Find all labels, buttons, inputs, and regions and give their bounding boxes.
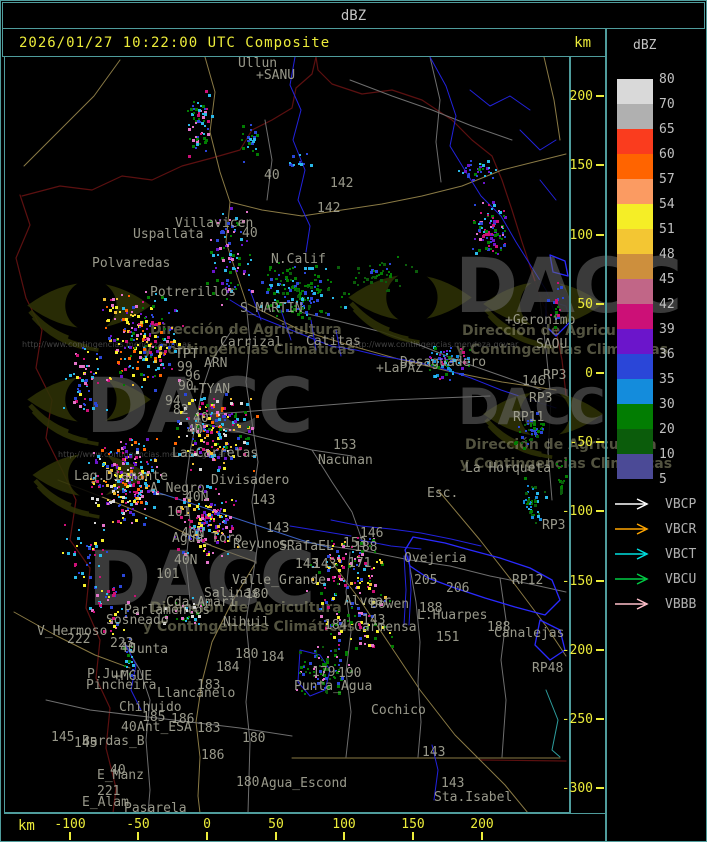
legend-item: VBBB <box>613 596 707 612</box>
outer-border-top <box>0 0 707 1</box>
colorbar-threshold-label: 48 <box>659 247 675 262</box>
y-axis-tick <box>596 649 604 651</box>
x-axis-tick <box>481 832 483 840</box>
vector-arrow-icon <box>615 498 649 510</box>
y-axis-tick <box>596 718 604 720</box>
y-axis-tick-label: -250 <box>561 712 593 727</box>
colorbar-threshold-label: 80 <box>659 72 675 87</box>
x-axis-tick-label: 0 <box>203 817 211 832</box>
map-bottom-border <box>4 813 607 814</box>
colorbar-threshold-label: 42 <box>659 297 675 312</box>
colorbar-threshold-label: 51 <box>659 222 675 237</box>
x-axis-tick-label: -100 <box>54 817 86 832</box>
timestamp-label: 2026/01/27 10:22:00 UTC Composite <box>19 34 331 51</box>
colorbar-threshold-label: 39 <box>659 322 675 337</box>
vector-arrow-icon <box>615 573 649 585</box>
colorbar-threshold-label: 35 <box>659 372 675 387</box>
colorbar-block <box>617 179 653 204</box>
y-axis-unit-label: km <box>574 34 591 51</box>
colorbar-threshold-label: 54 <box>659 197 675 212</box>
legend-item-label: VBCR <box>665 522 697 537</box>
y-axis-tick-label: -150 <box>561 574 593 589</box>
vector-arrow-icon <box>615 598 649 610</box>
colorbar-block <box>617 129 653 154</box>
y-axis-tick-label: 150 <box>569 158 593 173</box>
x-axis-tick <box>69 832 71 840</box>
y-axis-tick-label: 200 <box>569 89 593 104</box>
x-axis-tick-label: 100 <box>332 817 356 832</box>
colorbar-threshold-label: 60 <box>659 147 675 162</box>
colorbar-block <box>617 254 653 279</box>
y-axis-tick <box>596 372 604 374</box>
x-axis-tick <box>206 832 208 840</box>
colorbar-block <box>617 104 653 129</box>
y-axis-tick <box>596 580 604 582</box>
colorbar-block <box>617 354 653 379</box>
legend-item: VBCP <box>613 496 707 512</box>
colorbar-threshold-label: 36 <box>659 347 675 362</box>
legend-item: VBCT <box>613 546 707 562</box>
legend-item: VBCU <box>613 571 707 587</box>
title-bar: dBZ <box>2 2 705 29</box>
radar-composite-screen: dBZ 2026/01/27 10:22:00 UTC Composite km <box>0 0 707 842</box>
legend-item-label: VBCU <box>665 572 697 587</box>
x-axis-tick-label: -50 <box>126 817 150 832</box>
colorbar-block <box>617 379 653 404</box>
colorbar-threshold-label: 30 <box>659 397 675 412</box>
legend-item-label: VBCT <box>665 547 697 562</box>
y-axis-tick-label: -300 <box>561 781 593 796</box>
y-axis-tick-label: -200 <box>561 643 593 658</box>
colorbar-threshold-label: 57 <box>659 172 675 187</box>
x-axis-tick-label: 50 <box>268 817 284 832</box>
colorbar-block <box>617 429 653 454</box>
colorbar-block <box>617 454 653 479</box>
colorbar-block <box>617 404 653 429</box>
y-axis-tick-label: 50 <box>577 297 593 312</box>
colorbar-threshold-label: 20 <box>659 422 675 437</box>
colorbar-panel: dBZ 80 70 65 60 57 54 51 48 45 42 39 36 35 30 20 10 5 VB… <box>607 28 707 842</box>
y-axis-tick-label: -50 <box>569 435 593 450</box>
y-axis-tick <box>596 303 604 305</box>
y-axis-tick <box>596 510 604 512</box>
x-axis-unit-label: km <box>18 818 35 834</box>
y-axis-tick-label: -100 <box>561 504 593 519</box>
header-bar: 2026/01/27 10:22:00 UTC Composite km <box>2 28 606 57</box>
colorbar-title: dBZ <box>633 38 657 53</box>
colorbar-block <box>617 79 653 104</box>
colorbar-threshold-label: 5 <box>659 472 667 487</box>
colorbar-block <box>617 229 653 254</box>
y-axis-tick <box>596 95 604 97</box>
x-axis-tick <box>412 832 414 840</box>
vector-arrow-icon <box>615 523 649 535</box>
colorbar-block <box>617 279 653 304</box>
outer-border-left <box>0 0 1 842</box>
colorbar-block <box>617 204 653 229</box>
x-axis-tick <box>137 832 139 840</box>
colorbar-block <box>617 154 653 179</box>
y-axis-tick-label: 100 <box>569 228 593 243</box>
colorbar-threshold-label: 70 <box>659 97 675 112</box>
legend-item: VBCR <box>613 521 707 537</box>
legend-item-label: VBBB <box>665 597 697 612</box>
vector-arrow-icon <box>615 548 649 560</box>
legend-item-label: VBCP <box>665 497 697 512</box>
radar-map <box>4 56 570 813</box>
y-axis-tick <box>596 441 604 443</box>
y-axis-tick <box>596 787 604 789</box>
colorbar-threshold-label: 65 <box>659 122 675 137</box>
colorbar-block <box>617 304 653 329</box>
y-axis-tick <box>596 234 604 236</box>
x-axis-tick <box>275 832 277 840</box>
colorbar-block <box>617 329 653 354</box>
x-axis-tick-label: 200 <box>470 817 494 832</box>
colorbar-threshold-label: 10 <box>659 447 675 462</box>
y-axis-tick-label: 0 <box>585 366 593 381</box>
y-axis-tick <box>596 164 604 166</box>
page-title: dBZ <box>340 7 367 24</box>
x-axis-tick-label: 150 <box>401 817 425 832</box>
x-axis-tick <box>343 832 345 840</box>
colorbar-threshold-label: 45 <box>659 272 675 287</box>
